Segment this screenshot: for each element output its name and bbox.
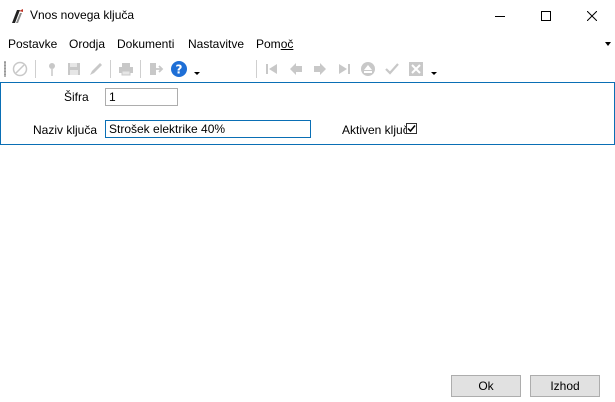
- toolbar: ?: [0, 56, 615, 82]
- dialog-window: Vnos novega ključa Postavke Orodja Dokum…: [0, 0, 615, 402]
- confirm-button[interactable]: [382, 59, 402, 79]
- aktiven-checkbox[interactable]: [406, 123, 417, 134]
- sifra-label: Šifra: [64, 90, 89, 104]
- maximize-icon: [541, 11, 551, 21]
- help-icon: ?: [171, 61, 187, 77]
- naziv-label: Naziv ključa: [33, 123, 98, 137]
- window-title: Vnos novega ključa: [30, 8, 135, 22]
- location-pin-icon: [49, 63, 55, 76]
- location-button[interactable]: [42, 59, 62, 79]
- menu-orodja[interactable]: Orodja: [69, 37, 105, 51]
- previous-record-icon: [290, 63, 302, 75]
- exit-icon: [150, 63, 164, 75]
- save-icon: [68, 63, 80, 75]
- checkmark-icon: [407, 125, 416, 133]
- menu-dokumenti[interactable]: Dokumenti: [117, 37, 174, 51]
- maximize-button[interactable]: [523, 0, 569, 32]
- app-icon: [12, 9, 23, 23]
- toolbar-separator: [140, 60, 141, 78]
- menu-overflow-icon[interactable]: [605, 42, 611, 46]
- title-bar[interactable]: Vnos novega ključa: [0, 0, 615, 32]
- print-button[interactable]: [116, 59, 136, 79]
- eject-button[interactable]: [358, 59, 378, 79]
- next-record-button[interactable]: [310, 59, 330, 79]
- minimize-icon: [495, 16, 505, 17]
- toolbar-separator: [256, 60, 257, 78]
- minimize-button[interactable]: [477, 0, 523, 32]
- previous-record-button[interactable]: [286, 59, 306, 79]
- close-button[interactable]: [569, 0, 615, 32]
- help-dropdown-icon[interactable]: [194, 72, 200, 75]
- svg-text:?: ?: [176, 63, 183, 77]
- edit-button[interactable]: [86, 59, 106, 79]
- ok-button[interactable]: Ok: [451, 375, 521, 397]
- cancel-button[interactable]: [10, 59, 30, 79]
- menu-bar: Postavke Orodja Dokumenti Nastavitve Pom…: [0, 33, 615, 55]
- print-icon: [119, 63, 133, 76]
- toolbar-grip[interactable]: [4, 61, 6, 77]
- naziv-input[interactable]: Strošek elektrike 40%: [105, 120, 311, 138]
- toolbar-separator: [35, 60, 36, 78]
- save-button[interactable]: [64, 59, 84, 79]
- delete-button[interactable]: [406, 59, 426, 79]
- close-icon: [587, 11, 597, 21]
- last-record-button[interactable]: [334, 59, 354, 79]
- izhod-button[interactable]: Izhod: [530, 375, 600, 397]
- sifra-input[interactable]: 1: [105, 88, 178, 106]
- first-record-button[interactable]: [262, 59, 282, 79]
- delete-icon: [409, 62, 423, 76]
- help-button[interactable]: ?: [169, 59, 189, 79]
- eject-icon: [361, 62, 375, 76]
- toolbar-separator: [110, 60, 111, 78]
- menu-pomoc[interactable]: Pomoč: [256, 37, 293, 51]
- menu-postavke[interactable]: Postavke: [8, 37, 57, 51]
- form-panel: Šifra 1 Naziv ključa Strošek elektrike 4…: [0, 82, 615, 145]
- next-record-icon: [314, 63, 326, 75]
- delete-dropdown-icon[interactable]: [431, 72, 437, 75]
- exit-button[interactable]: [146, 59, 166, 79]
- aktiven-label: Aktiven ključ: [342, 123, 409, 137]
- last-record-icon: [339, 64, 350, 74]
- first-record-icon: [266, 64, 277, 74]
- cancel-icon: [12, 61, 28, 77]
- confirm-icon: [385, 63, 399, 75]
- edit-icon: [90, 63, 102, 75]
- menu-nastavitve[interactable]: Nastavitve: [188, 37, 244, 51]
